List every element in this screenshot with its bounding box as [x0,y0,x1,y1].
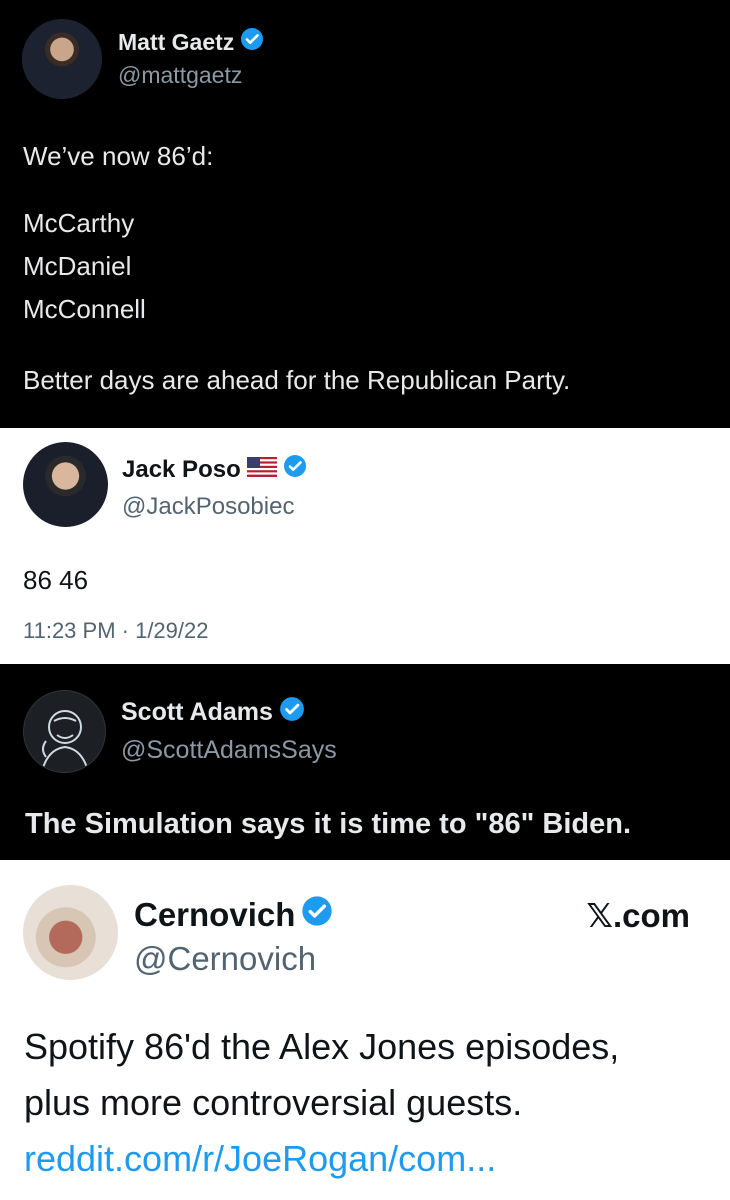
tweet-card-gaetz: Matt Gaetz @mattgaetz We’ve now 86’d: Mc… [0,0,730,428]
tweet-link[interactable]: reddit.com/r/JoeRogan/com... [24,1138,496,1180]
verified-badge-icon [301,895,333,935]
author-handle[interactable]: @JackPosobiec [122,493,294,521]
verified-badge-icon [283,454,307,485]
author-handle[interactable]: @Cernovich [134,940,316,978]
tweet-card-cernovich: Cernovich 𝕏.com @Cernovich Spotify 86'd … [0,860,730,1200]
tweet-text-line: McConnell [23,294,146,324]
tweet-text-line: Better days are ahead for the Republican… [23,365,571,395]
tweet-card-adams: Scott Adams @ScottAdamsSays The Simulati… [0,664,730,860]
tweet-text-line: 86 46 [23,565,89,595]
verified-badge-icon [240,27,264,57]
sketch-portrait-icon [41,710,89,772]
author-handle[interactable]: @mattgaetz [118,62,242,89]
tweet-text-line: The Simulation says it is time to "86" B… [25,808,632,840]
avatar[interactable] [23,442,108,527]
us-flag-icon [246,456,277,484]
author-row: Cernovich [134,895,333,935]
tweet-text-line: plus more controversial guests. [24,1082,523,1123]
author-name[interactable]: Jack Poso [122,456,241,484]
avatar[interactable] [23,690,106,773]
author-row: Jack Poso [122,454,307,485]
tweet-text-line: We’ve now 86’d: [23,141,214,171]
tweet-text-line: Spotify 86'd the Alex Jones episodes, [24,1026,620,1067]
author-row: Matt Gaetz [118,27,264,57]
verified-badge-icon [279,696,305,729]
tweet-text-line: McCarthy [23,208,135,238]
source-label: 𝕏.com [586,897,690,934]
author-row: Scott Adams [121,696,305,729]
author-name[interactable]: Matt Gaetz [118,29,234,56]
tweet-card-posobiec: Jack Poso @JackPosobiec 86 46 11:23 PM ·… [0,428,730,664]
avatar[interactable] [23,885,118,980]
author-name[interactable]: Scott Adams [121,698,273,727]
tweet-timestamp[interactable]: 11:23 PM · 1/29/22 [23,618,209,644]
author-name[interactable]: Cernovich [134,896,295,934]
author-handle[interactable]: @ScottAdamsSays [121,736,337,765]
tweet-text-line: McDaniel [23,251,132,281]
avatar[interactable] [22,19,102,99]
